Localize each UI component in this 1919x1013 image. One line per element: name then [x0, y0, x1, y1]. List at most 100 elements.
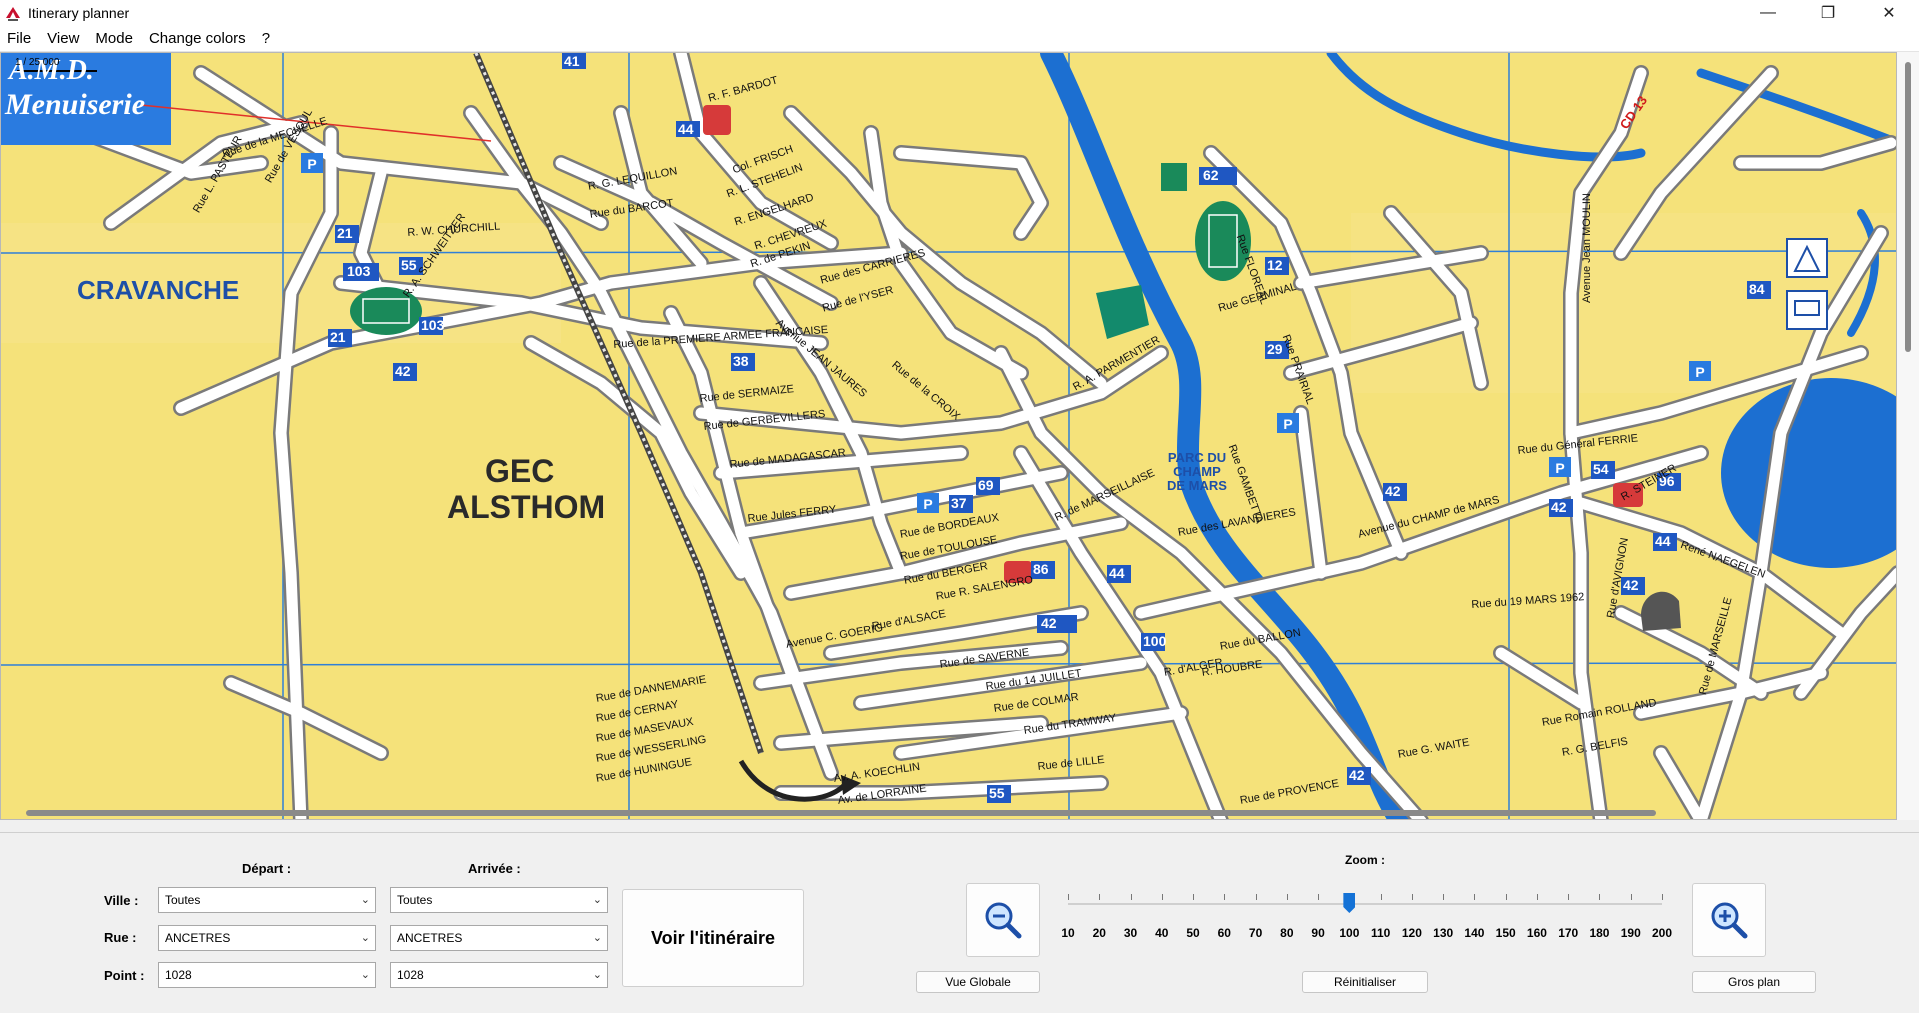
zoom-out-button[interactable]	[966, 883, 1040, 957]
chevron-down-icon: ⌄	[592, 894, 602, 906]
zoom-tick-label: 30	[1123, 926, 1138, 940]
place-gec: GEC	[485, 453, 555, 489]
map-number-badge: 103	[421, 317, 445, 333]
arrivee-rue-select[interactable]: ANCETRES ⌄	[390, 925, 608, 951]
menu-file[interactable]: File	[0, 30, 39, 47]
zoom-tick	[1380, 894, 1382, 900]
menu-mode[interactable]: Mode	[87, 30, 141, 47]
depart-ville-value: Toutes	[165, 893, 201, 907]
zoom-tick	[1662, 894, 1663, 900]
zoom-in-icon	[1711, 902, 1748, 939]
chevron-down-icon: ⌄	[360, 969, 370, 981]
zoom-tick-label: 140	[1464, 926, 1485, 940]
zoom-tick-label: 40	[1155, 926, 1169, 940]
zoom-tick	[1255, 894, 1257, 900]
voir-itineraire-button[interactable]: Voir l'itinéraire	[622, 889, 804, 987]
arrivee-point-select[interactable]: 1028 ⌄	[390, 962, 608, 988]
depart-rue-select[interactable]: ANCETRES ⌄	[158, 925, 376, 951]
menu-change-colors[interactable]: Change colors	[141, 30, 254, 47]
zoom-tick-label: 130	[1433, 926, 1454, 940]
zoom-tick	[1318, 894, 1320, 900]
zoom-tick	[1130, 894, 1132, 900]
svg-text:P: P	[1695, 364, 1704, 380]
map-number-badge: 38	[733, 353, 749, 369]
map-number-badge: 54	[1593, 461, 1609, 477]
ville-label: Ville :	[104, 893, 139, 908]
map-number-badge: 42	[395, 363, 411, 379]
map-number-badge: 44	[1109, 565, 1125, 581]
map-number-badge: 86	[1033, 561, 1049, 577]
horizontal-scrollbar-thumb[interactable]	[26, 810, 1656, 816]
zoom-tick	[1443, 894, 1445, 900]
zoom-tick	[1068, 894, 1069, 900]
zoom-tick-label: 90	[1311, 926, 1325, 940]
zoom-tick-label: 60	[1217, 926, 1231, 940]
depart-ville-select[interactable]: Toutes ⌄	[158, 887, 376, 913]
map-number-badge: 37	[951, 495, 967, 511]
logo-line2: Menuiserie	[5, 88, 146, 121]
zoom-tick-label: 160	[1526, 926, 1547, 940]
maximize-button[interactable]: ❐	[1805, 0, 1851, 26]
depart-point-value: 1028	[165, 968, 192, 982]
chevron-down-icon: ⌄	[360, 932, 370, 944]
reinitialiser-button[interactable]: Réinitialiser	[1302, 971, 1428, 993]
map-number-badge: 55	[401, 257, 417, 273]
map-number-badge: 44	[678, 121, 694, 137]
svg-text:P: P	[923, 496, 932, 512]
parc-line2: CHAMP	[1173, 464, 1221, 479]
map-number-badge: 44	[1655, 533, 1671, 549]
zoom-tick	[1224, 894, 1226, 900]
vue-globale-button[interactable]: Vue Globale	[916, 971, 1040, 993]
rue-label: Rue :	[104, 930, 137, 945]
menu-view[interactable]: View	[39, 30, 87, 47]
vertical-scrollbar[interactable]	[1897, 52, 1919, 820]
map-view[interactable]: P P P P P A.M.D. Menuiserie 1 / 25 000 C…	[0, 52, 1897, 820]
zoom-slider-track[interactable]	[1068, 903, 1662, 905]
minimize-button[interactable]: —	[1745, 0, 1791, 26]
map-number-badge: 84	[1749, 281, 1765, 297]
place-alsthom: ALSTHOM	[447, 489, 606, 525]
zoom-in-button[interactable]	[1692, 883, 1766, 957]
zoom-tick	[1193, 894, 1195, 900]
map-number-badge: 12	[1267, 257, 1283, 273]
map-number-badge: 21	[330, 329, 346, 345]
chevron-down-icon: ⌄	[360, 894, 370, 906]
map-number-badge: 42	[1385, 483, 1401, 499]
zoom-tick	[1099, 894, 1101, 900]
svg-text:P: P	[307, 156, 316, 172]
menu-help[interactable]: ?	[254, 30, 278, 47]
vertical-scrollbar-thumb[interactable]	[1905, 62, 1911, 352]
horizontal-scrollbar[interactable]	[0, 806, 1897, 820]
zoom-tick	[1599, 894, 1601, 900]
zoom-tick-label: 20	[1092, 926, 1106, 940]
map-number-badge: 29	[1267, 341, 1283, 357]
depart-label: Départ :	[242, 861, 292, 876]
map-number-badge: 55	[989, 785, 1005, 801]
app-icon	[6, 7, 20, 21]
arrivee-rue-value: ANCETRES	[397, 931, 463, 945]
zoom-out-icon	[985, 902, 1022, 939]
zoom-tick-label: 180	[1589, 926, 1610, 940]
close-button[interactable]: ✕	[1866, 0, 1912, 26]
zoom-tick-label: 200	[1651, 926, 1673, 940]
map-number-badge: 100	[1143, 633, 1167, 649]
zoom-tick	[1568, 894, 1570, 900]
zoom-tick-label: 120	[1401, 926, 1422, 940]
parc-line3: DE MARS	[1167, 478, 1227, 493]
window-title: Itinerary planner	[28, 5, 130, 21]
map-number-badge: 41	[564, 53, 580, 69]
menu-bar: File View Mode Change colors ?	[0, 26, 1919, 52]
gros-plan-button[interactable]: Gros plan	[1692, 971, 1816, 993]
arrivee-ville-select[interactable]: Toutes ⌄	[390, 887, 608, 913]
depart-point-select[interactable]: 1028 ⌄	[158, 962, 376, 988]
point-label: Point :	[104, 968, 145, 983]
advertiser-logo: A.M.D. Menuiserie	[5, 55, 171, 145]
street-label: Avenue Jean MOULIN	[1581, 193, 1593, 303]
zoom-tick	[1536, 894, 1538, 900]
chevron-down-icon: ⌄	[592, 969, 602, 981]
map-number-badge: 69	[978, 477, 994, 493]
zoom-tick-label: 80	[1280, 926, 1294, 940]
map-number-badge: 42	[1551, 499, 1567, 515]
zoom-tick-label: 150	[1495, 926, 1516, 940]
scale-label: 1 / 25 000	[15, 57, 60, 68]
